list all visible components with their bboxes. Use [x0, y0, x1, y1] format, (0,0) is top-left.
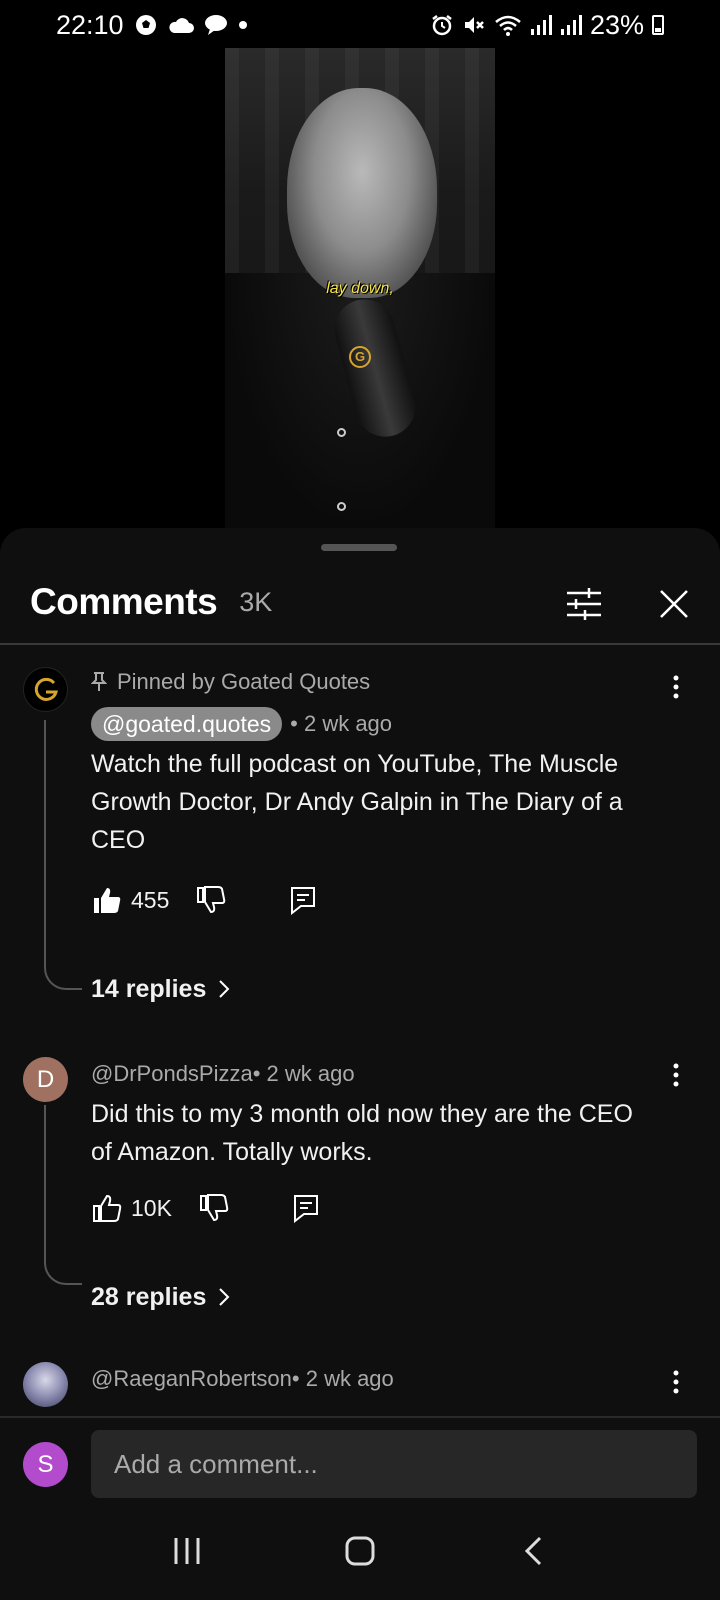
reply-comment-icon [291, 887, 316, 915]
status-left: 22:10 [56, 10, 248, 41]
comment-meta: @goated.quotes • 2 wk ago [91, 707, 650, 741]
signal-icon-2 [560, 12, 582, 38]
status-bar: 22:10 23% [0, 0, 720, 50]
comment-menu-button[interactable] [666, 1364, 686, 1400]
pinned-label: Pinned by Goated Quotes [117, 669, 371, 694]
like-count: 455 [131, 886, 170, 913]
replies-label: 28 replies [91, 1282, 207, 1311]
comment-meta: @DrPondsPizza • 2 wk ago [91, 1057, 650, 1091]
thumbs-up-icon [93, 1194, 122, 1222]
recent-apps-icon [174, 1538, 200, 1564]
thread-line [44, 720, 82, 990]
comments-panel: Comments 3K Pinned by Goated Quotes @goa… [0, 528, 720, 1600]
avatar-letter: D [36, 1065, 55, 1093]
comment-author-chip[interactable]: @goated.quotes [91, 707, 283, 741]
close-icon [660, 590, 688, 618]
comment-body: @DrPondsPizza • 2 wk ago Did this to my … [91, 1057, 650, 1171]
comment-body: Pinned by Goated Quotes @goated.quotes •… [91, 667, 650, 859]
dislike-button[interactable] [198, 1190, 230, 1226]
pin-icon [91, 672, 107, 691]
user-avatar[interactable]: D [23, 1057, 68, 1102]
video-person-head [287, 88, 437, 298]
battery-icon [652, 15, 664, 35]
replies-label: 14 replies [91, 974, 207, 1003]
recent-apps-button[interactable] [157, 1521, 217, 1581]
wifi-icon [494, 12, 522, 38]
drag-handle[interactable] [321, 544, 397, 551]
reply-button[interactable] [287, 882, 319, 918]
chevron-right-icon [219, 1288, 230, 1306]
more-vertical-icon [673, 1063, 679, 1087]
home-icon [345, 1536, 375, 1566]
reply-comment-icon [293, 1195, 318, 1223]
my-avatar-letter: S [37, 1450, 54, 1478]
comment-time: • 2 wk ago [291, 1366, 394, 1391]
comment-menu-button[interactable] [666, 669, 686, 705]
video-decoration-dot [337, 428, 346, 437]
comment-body: @RaeganRobertson • 2 wk ago [91, 1362, 650, 1396]
channel-avatar[interactable] [23, 667, 68, 712]
battery-percent: 23% [589, 9, 644, 40]
status-time: 22:10 [56, 9, 124, 40]
thumbs-up-filled-icon [94, 888, 121, 913]
more-vertical-icon [673, 675, 679, 699]
alarm-icon [430, 12, 454, 38]
signal-icon [530, 12, 552, 38]
my-avatar: S [23, 1442, 68, 1487]
back-button[interactable] [503, 1521, 563, 1581]
back-chevron-icon [525, 1536, 542, 1566]
reply-button[interactable] [290, 1190, 322, 1226]
video-decoration-dot [337, 502, 346, 511]
filter-button[interactable] [560, 580, 608, 628]
chat-bubble-icon [204, 12, 228, 38]
cloud-icon [168, 12, 194, 38]
filter-sliders-icon [567, 588, 601, 620]
comments-title: Comments [30, 581, 218, 622]
video-caption: lay down, [326, 280, 394, 297]
more-vertical-icon [673, 1370, 679, 1394]
comment-time: • 2 wk ago [290, 711, 393, 736]
comments-list[interactable]: Pinned by Goated Quotes @goated.quotes •… [0, 645, 720, 1415]
comment-menu-button[interactable] [666, 1057, 686, 1093]
goated-logo-icon [34, 677, 58, 701]
chevron-right-icon [219, 980, 230, 998]
user-avatar[interactable] [23, 1362, 68, 1407]
home-button[interactable] [330, 1521, 390, 1581]
soccer-ball-icon [134, 12, 158, 38]
comment-item: Pinned by Goated Quotes @goated.quotes •… [0, 645, 720, 1035]
comment-actions: 10K [91, 1188, 322, 1228]
comments-header: Comments 3K [0, 566, 720, 638]
view-replies-button[interactable]: 14 replies [91, 971, 230, 1007]
system-nav-bar [0, 1502, 720, 1600]
like-count: 10K [131, 1194, 172, 1221]
comment-item: D @DrPondsPizza • 2 wk ago Did this to m… [0, 1035, 720, 1340]
comment-actions: 455 [91, 880, 319, 920]
mute-icon [462, 12, 486, 38]
dislike-button[interactable] [195, 882, 227, 918]
comment-author[interactable]: @RaeganRobertson [91, 1366, 292, 1392]
thumbs-down-icon [199, 1194, 229, 1222]
like-button[interactable] [91, 1190, 123, 1226]
like-button[interactable] [91, 882, 123, 918]
comment-author[interactable]: @DrPondsPizza [91, 1061, 253, 1087]
comment-item: @RaeganRobertson • 2 wk ago [0, 1340, 720, 1415]
comment-text: Watch the full podcast on YouTube, The M… [91, 750, 623, 854]
add-comment-row: S [0, 1416, 720, 1506]
video-player[interactable]: lay down, G [225, 48, 495, 530]
notification-dot-icon [238, 12, 248, 38]
comments-count: 3K [239, 586, 273, 617]
comment-meta: @RaeganRobertson • 2 wk ago [91, 1362, 650, 1396]
pinned-row: Pinned by Goated Quotes [91, 667, 650, 697]
view-replies-button[interactable]: 28 replies [91, 1279, 230, 1315]
thumbs-down-icon [197, 886, 226, 914]
close-button[interactable] [650, 580, 698, 628]
comment-time: • 2 wk ago [252, 1061, 355, 1086]
comment-text: Did this to my 3 month old now they are … [91, 1100, 633, 1166]
video-watermark-logo: G [349, 346, 371, 368]
thread-line [44, 1105, 82, 1285]
status-right: 23% [430, 10, 664, 41]
add-comment-input[interactable] [91, 1430, 697, 1498]
